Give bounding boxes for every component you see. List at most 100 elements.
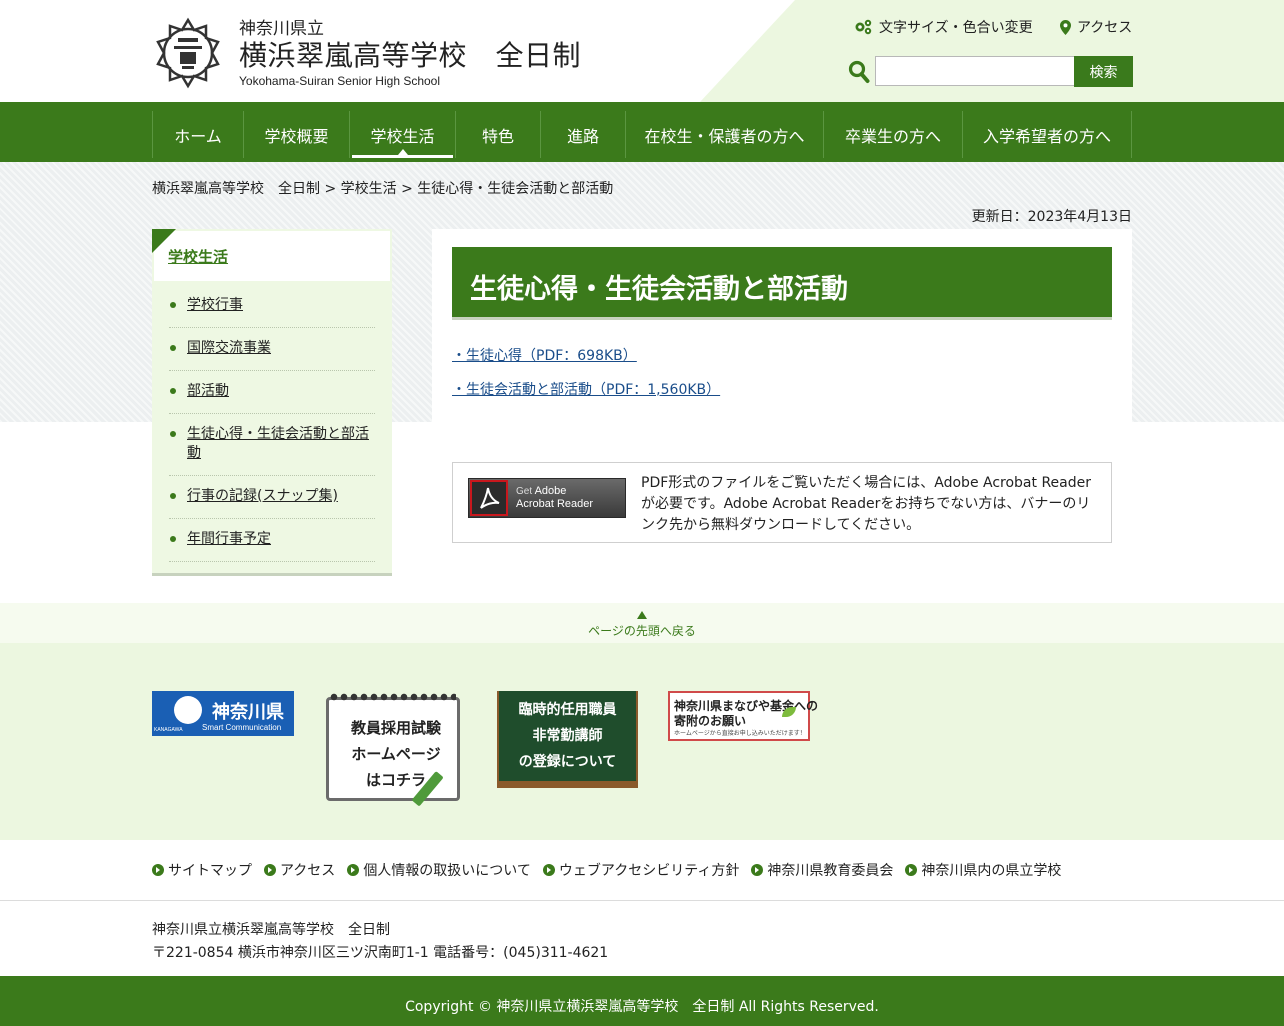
get-acrobat-reader-banner[interactable]: Get Adobe Acrobat Reader: [468, 478, 626, 518]
kanagawa-banner-small: KANAGAWA: [154, 727, 183, 733]
kanagawa-emblem-icon: [174, 696, 202, 724]
pdf-link-student-rules[interactable]: ・生徒心得（PDF：698KB）: [452, 345, 637, 365]
page-title: 生徒心得・生徒会活動と部活動: [470, 274, 848, 305]
notebook-paper: 教員採用試験 ホームページ はコチラ: [326, 697, 460, 801]
copyright-text: Copyright © 神奈川県立横浜翠嵐高等学校 全日制 All Rights…: [405, 999, 879, 1015]
arrow-circle-icon: [905, 864, 918, 876]
kanagawa-banner-name: 神奈川県: [212, 702, 284, 723]
acrobat-adobe-label: Adobe: [534, 485, 567, 497]
teacher-banner-line: 教員採用試験: [350, 719, 441, 737]
manabiya-fund-banner[interactable]: 神奈川県まなびや基金への 寄附のお願い ホームページから直接お申し込みいただけま…: [668, 691, 818, 741]
updated-date: 更新日：2023年4月13日: [971, 209, 1132, 225]
acrobat-banner-text: Get Adobe Acrobat Reader: [516, 485, 593, 510]
site-header: 神奈川県立 横浜翠嵐高等学校 全日制 Yokohama-Suiran Senio…: [0, 0, 1284, 102]
footer-link-accessibility[interactable]: ウェブアクセシビリティ方針: [542, 860, 740, 880]
school-name[interactable]: 横浜翠嵐高等学校 全日制: [239, 34, 581, 74]
school-name-english: Yokohama-Suiran Senior High School: [239, 74, 441, 88]
nav-item-graduates[interactable]: 卒業生の方へ: [824, 111, 963, 158]
sidebar-title-link[interactable]: 学校生活: [168, 246, 228, 267]
temporary-staff-banner[interactable]: 臨時的任用職員 非常勤講師 の登録について: [497, 691, 638, 788]
kanagawa-banner-sub: Smart Communication: [202, 723, 282, 732]
acrobat-notice-text: PDF形式のファイルをご覧いただく場合には、Adobe Acrobat Read…: [641, 475, 1092, 533]
page-top-link[interactable]: ページの先頭へ戻る: [0, 603, 1284, 643]
footer-school-name: 神奈川県立横浜翠嵐高等学校 全日制: [152, 922, 390, 938]
search-icon: [848, 60, 870, 83]
page-title-box: 生徒心得・生徒会活動と部活動: [452, 247, 1112, 320]
nav-item-students-parents[interactable]: 在校生・保護者の方へ: [626, 111, 824, 158]
sidebar-menu: 学校行事 国際交流事業 部活動 生徒心得・生徒会活動と部活動 行事の記録(スナッ…: [169, 285, 375, 562]
access-link[interactable]: アクセス: [1060, 17, 1132, 37]
breadcrumb[interactable]: 横浜翠嵐高等学校 全日制 > 学校生活 > 生徒心得・生徒会活動と部活動: [152, 178, 613, 198]
sidebar-item-club[interactable]: 部活動: [169, 371, 375, 414]
footer-links: サイトマップ アクセス 個人情報の取扱いについて ウェブアクセシビリティ方針 神…: [152, 860, 1061, 880]
acrobat-logo-icon: [470, 480, 508, 516]
main-content: 生徒心得・生徒会活動と部活動 ・生徒心得（PDF：698KB） ・生徒会活動と部…: [432, 229, 1132, 629]
text-size-label: 文字サイズ・色合い変更: [879, 20, 1033, 36]
nav-item-school-life[interactable]: 学校生活: [350, 111, 456, 158]
search-button[interactable]: 検索: [1074, 56, 1133, 87]
text-size-color-link[interactable]: 文字サイズ・色合い変更: [854, 17, 1033, 37]
footer-link-label: アクセス: [280, 863, 336, 879]
manabi-banner-line2: 寄附のお願い: [674, 714, 747, 728]
sidebar-item-annual-schedule[interactable]: 年間行事予定: [169, 519, 375, 562]
nav-item-features[interactable]: 特色: [456, 111, 541, 158]
teacher-banner-line: ホームページ: [351, 745, 441, 763]
arrow-circle-icon: [152, 864, 164, 876]
gear-icon: [855, 19, 872, 35]
nav-item-career[interactable]: 進路: [541, 111, 626, 158]
acrobat-reader-notice: Get Adobe Acrobat Reader PDF形式のファイルをご覧いた…: [452, 462, 1112, 543]
temp-banner-line: 臨時的任用職員: [518, 702, 617, 718]
global-nav: ホーム 学校概要 学校生活 特色 進路 在校生・保護者の方へ 卒業生の方へ 入学…: [0, 102, 1284, 162]
pdf-link-student-council-clubs[interactable]: ・生徒会活動と部活動（PDF：1,560KB）: [452, 379, 720, 399]
sidebar: 学校生活 学校行事 国際交流事業 部活動 生徒心得・生徒会活動と部活動 行事の記…: [152, 229, 392, 576]
up-arrow-icon: [637, 611, 647, 619]
sidebar-item-events[interactable]: 学校行事: [169, 285, 375, 328]
footer-link-label: 神奈川県内の県立学校: [921, 863, 1062, 879]
page-top-label: ページの先頭へ戻る: [588, 624, 696, 638]
footer-link-label: 神奈川県教育委員会: [767, 863, 894, 879]
nav-item-home[interactable]: ホーム: [153, 111, 244, 158]
arrow-circle-icon: [347, 864, 360, 876]
sidebar-item-label: 国際交流事業: [187, 340, 271, 356]
footer-address: 〒221-0854 横浜市神奈川区三ツ沢南町1-1 電話番号：(045)311-…: [152, 945, 609, 961]
copyright-bar: Copyright © 神奈川県立横浜翠嵐高等学校 全日制 All Rights…: [0, 976, 1284, 1026]
footer-link-prefectural-schools[interactable]: 神奈川県内の県立学校: [905, 860, 1061, 880]
footer-link-label: 個人情報の取扱いについて: [363, 863, 531, 879]
blackboard: 臨時的任用職員 非常勤講師 の登録について: [499, 691, 636, 781]
acrobat-get-label: Get: [516, 486, 533, 497]
sidebar-item-snapshots[interactable]: 行事の記録(スナップ集): [169, 476, 375, 519]
sidebar-item-international[interactable]: 国際交流事業: [169, 328, 375, 371]
banner-area: 神奈川県 Smart Communication KANAGAWA 教員採用試験…: [0, 643, 1284, 840]
sidebar-item-label: 生徒心得・生徒会活動と部活動: [187, 426, 369, 461]
footer-link-board-of-education[interactable]: 神奈川県教育委員会: [751, 860, 893, 880]
footer-link-label: ウェブアクセシビリティ方針: [558, 863, 740, 879]
nav-item-about[interactable]: 学校概要: [244, 111, 350, 158]
footer-link-label: サイトマップ: [168, 863, 252, 879]
school-emblem-logo[interactable]: [152, 16, 224, 90]
temp-banner-line: 非常勤講師: [532, 728, 603, 744]
footer-link-sitemap[interactable]: サイトマップ: [152, 860, 252, 880]
sidebar-item-label: 学校行事: [187, 297, 243, 313]
arrow-circle-icon: [751, 864, 764, 876]
global-nav-list: ホーム 学校概要 学校生活 特色 進路 在校生・保護者の方へ 卒業生の方へ 入学…: [152, 111, 1132, 158]
teacher-exam-banner[interactable]: 教員採用試験 ホームページ はコチラ: [324, 691, 466, 807]
sidebar-item-student-rules[interactable]: 生徒心得・生徒会活動と部活動: [169, 414, 375, 476]
teacher-banner-line: はコチラ: [365, 771, 426, 789]
arrow-circle-icon: [542, 864, 555, 876]
temp-banner-line: の登録について: [518, 754, 617, 770]
nav-item-applicants[interactable]: 入学希望者の方へ: [963, 111, 1132, 158]
search-input[interactable]: [875, 56, 1075, 86]
footer-link-privacy[interactable]: 個人情報の取扱いについて: [347, 860, 531, 880]
notebook-rings: [330, 691, 456, 703]
footer-divider: [0, 900, 1284, 901]
map-pin-icon: [1060, 19, 1071, 35]
access-label: アクセス: [1077, 20, 1133, 36]
kanagawa-prefecture-banner[interactable]: 神奈川県 Smart Communication KANAGAWA: [152, 691, 294, 736]
arrow-circle-icon: [264, 864, 276, 876]
manabi-banner-line3: ホームページから直接お申し込みいただけます！: [674, 730, 806, 737]
sidebar-item-label: 行事の記録(スナップ集): [187, 488, 338, 504]
footer-link-access[interactable]: アクセス: [264, 860, 335, 880]
sidebar-item-label: 部活動: [187, 383, 229, 399]
acrobat-product-label: Acrobat Reader: [516, 498, 594, 510]
sidebar-item-label: 年間行事予定: [187, 531, 271, 547]
